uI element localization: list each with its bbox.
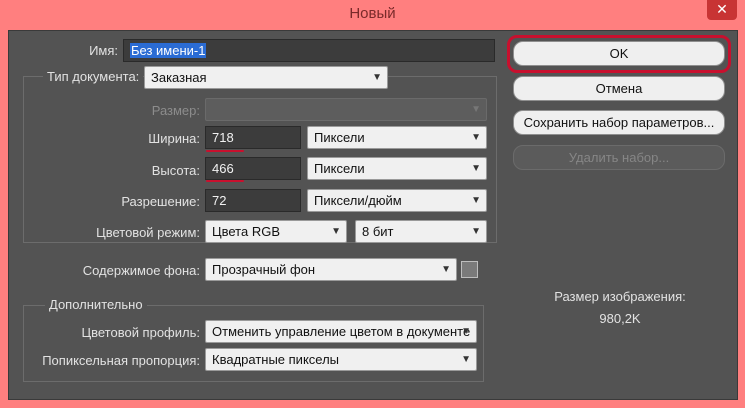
resolution-label: Разрешение: <box>121 194 200 209</box>
new-document-dialog: Новый ✕ Имя: Без имени-1 Тип документа: … <box>0 0 745 408</box>
resolution-value: 72 <box>212 193 227 208</box>
resolution-input[interactable]: 72 <box>205 189 301 212</box>
color-mode-label: Цветовой режим: <box>96 225 200 240</box>
chevron-down-icon: ▼ <box>471 104 481 115</box>
close-icon: ✕ <box>716 1 728 17</box>
background-value: Прозрачный фон <box>212 262 316 277</box>
height-unit-value: Пиксели <box>314 161 365 176</box>
name-label: Имя: <box>89 43 118 58</box>
chevron-down-icon: ▼ <box>461 326 471 337</box>
image-size-value: 980,2K <box>599 311 641 326</box>
window-title: Новый <box>349 5 396 22</box>
pixel-aspect-label: Попиксельная пропорция: <box>42 353 200 368</box>
background-color-swatch[interactable] <box>461 261 478 278</box>
chevron-down-icon: ▼ <box>471 195 481 206</box>
height-annotation-underline <box>206 180 244 182</box>
background-select[interactable]: Прозрачный фон ▼ <box>205 258 457 281</box>
name-value: Без имени-1 <box>130 43 207 58</box>
delete-preset-button[interactable]: Удалить набор... <box>513 145 725 170</box>
doc-type-value: Заказная <box>151 70 207 85</box>
ok-button[interactable]: OK <box>513 41 725 66</box>
resolution-unit-value: Пиксели/дюйм <box>314 193 402 208</box>
chevron-down-icon: ▼ <box>471 163 481 174</box>
chevron-down-icon: ▼ <box>441 264 451 275</box>
doc-type-select[interactable]: Заказная ▼ <box>144 66 388 89</box>
pixel-aspect-select[interactable]: Квадратные пикселы ▼ <box>205 348 477 371</box>
color-mode-select[interactable]: Цвета RGB ▼ <box>205 220 347 243</box>
doc-type-label: Тип документа: <box>43 69 144 84</box>
chevron-down-icon: ▼ <box>372 72 382 83</box>
bit-depth-value: 8 бит <box>362 224 394 239</box>
color-mode-value: Цвета RGB <box>212 224 280 239</box>
height-value: 466 <box>212 161 234 176</box>
color-profile-select[interactable]: Отменить управление цветом в документе ▼ <box>205 320 477 343</box>
width-unit-select[interactable]: Пиксели ▼ <box>307 126 487 149</box>
advanced-title: Дополнительно <box>45 297 147 312</box>
pixel-aspect-value: Квадратные пикселы <box>212 352 340 367</box>
chevron-down-icon: ▼ <box>331 226 341 237</box>
color-profile-value: Отменить управление цветом в документе <box>212 324 471 339</box>
name-input[interactable]: Без имени-1 <box>123 39 495 62</box>
chevron-down-icon: ▼ <box>471 226 481 237</box>
width-value: 718 <box>212 130 234 145</box>
save-preset-button[interactable]: Сохранить набор параметров... <box>513 110 725 135</box>
width-label: Ширина: <box>148 131 200 146</box>
cancel-button[interactable]: Отмена <box>513 76 725 101</box>
size-select[interactable]: ▼ <box>205 98 487 121</box>
width-unit-value: Пиксели <box>314 130 365 145</box>
chevron-down-icon: ▼ <box>461 354 471 365</box>
width-input[interactable]: 718 <box>205 126 301 149</box>
height-label: Высота: <box>151 163 200 178</box>
chevron-down-icon: ▼ <box>471 132 481 143</box>
height-unit-select[interactable]: Пиксели ▼ <box>307 157 487 180</box>
bit-depth-select[interactable]: 8 бит ▼ <box>355 220 487 243</box>
width-annotation-underline <box>206 150 244 152</box>
background-label: Содержимое фона: <box>82 263 200 278</box>
height-input[interactable]: 466 <box>205 157 301 180</box>
color-profile-label: Цветовой профиль: <box>81 325 200 340</box>
close-button[interactable]: ✕ <box>707 0 737 20</box>
resolution-unit-select[interactable]: Пиксели/дюйм ▼ <box>307 189 487 212</box>
image-size-label: Размер изображения: <box>554 289 686 304</box>
size-label: Размер: <box>151 103 200 118</box>
